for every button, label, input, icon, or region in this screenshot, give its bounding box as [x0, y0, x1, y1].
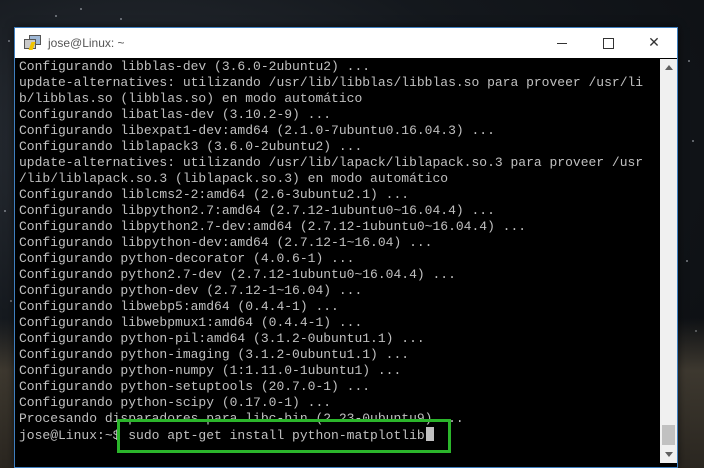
shell-prompt: jose@Linux:~$ — [19, 428, 129, 443]
terminal-line: Configurando libwebpmux1:amd64 (0.4.4-1)… — [19, 315, 363, 330]
maximize-button[interactable] — [585, 28, 631, 58]
terminal-line: Configurando python-decorator (4.0.6-1) … — [19, 251, 355, 266]
arrow-up-icon — [664, 65, 673, 70]
text-cursor — [425, 427, 434, 441]
scrollbar-thumb[interactable] — [662, 425, 675, 445]
maximize-icon — [602, 37, 614, 49]
terminal-line: Configurando python-imaging (3.1.2-0ubun… — [19, 347, 410, 362]
terminal-line: update-alternatives: utilizando /usr/lib… — [19, 155, 644, 170]
minimize-button[interactable] — [539, 28, 585, 58]
title-bar[interactable]: jose@Linux: ~ ✕ — [15, 28, 677, 58]
terminal-line: Configurando liblapack3 (3.6.0-2ubuntu2)… — [19, 139, 363, 154]
terminal-line: Configurando python2.7-dev (2.7.12-1ubun… — [19, 267, 456, 282]
terminal-line: Configurando libpython2.7-dev:amd64 (2.7… — [19, 219, 527, 234]
terminal-line: update-alternatives: utilizando /usr/lib… — [19, 75, 644, 90]
command-input[interactable]: sudo apt-get install python-matplotlib — [128, 428, 424, 443]
terminal-line: b/libblas.so (libblas.so) en modo automá… — [19, 91, 363, 106]
terminal-line: Procesando disparadores para libc-bin (2… — [19, 411, 464, 426]
terminal-line: Configurando libwebp5:amd64 (0.4.4-1) ..… — [19, 299, 339, 314]
terminal-line: Configurando libpython-dev:amd64 (2.7.12… — [19, 235, 433, 250]
terminal-window[interactable]: jose@Linux: ~ ✕ Configurando libblas-dev… — [14, 27, 678, 468]
putty-icon[interactable] — [24, 35, 41, 51]
terminal-output[interactable]: Configurando libblas-dev (3.6.0-2ubuntu2… — [19, 59, 661, 463]
close-icon: ✕ — [648, 35, 660, 51]
terminal-line: Configurando python-pil:amd64 (3.1.2-0ub… — [19, 331, 425, 346]
scroll-down-button[interactable] — [660, 446, 677, 463]
terminal-line: /lib/liblapack.so.3 (liblapack.so.3) en … — [19, 171, 449, 186]
terminal-line: Configurando python-scipy (0.17.0-1) ... — [19, 395, 332, 410]
terminal-line: Configurando libpython2.7:amd64 (2.7.12-… — [19, 203, 495, 218]
terminal-line: Configurando python-numpy (1:1.11.0-1ubu… — [19, 363, 402, 378]
terminal-line: Configurando libexpat1-dev:amd64 (2.1.0-… — [19, 123, 495, 138]
close-button[interactable]: ✕ — [631, 28, 677, 58]
terminal-line: Configurando libatlas-dev (3.10.2-9) ... — [19, 107, 332, 122]
vertical-scrollbar[interactable] — [660, 59, 677, 463]
terminal-line: Configurando python-dev (2.7.12-1~16.04)… — [19, 283, 363, 298]
terminal-line: Configurando python-setuptools (20.7.0-1… — [19, 379, 371, 394]
arrow-down-icon — [664, 452, 673, 457]
window-title: jose@Linux: ~ — [48, 36, 125, 50]
terminal-line: Configurando liblcms2-2:amd64 (2.6-3ubun… — [19, 187, 410, 202]
terminal-line: Configurando libblas-dev (3.6.0-2ubuntu2… — [19, 59, 371, 74]
minimize-icon — [557, 42, 567, 44]
command-line[interactable]: jose@Linux:~$ sudo apt-get install pytho… — [19, 427, 661, 443]
scroll-up-button[interactable] — [660, 59, 677, 76]
